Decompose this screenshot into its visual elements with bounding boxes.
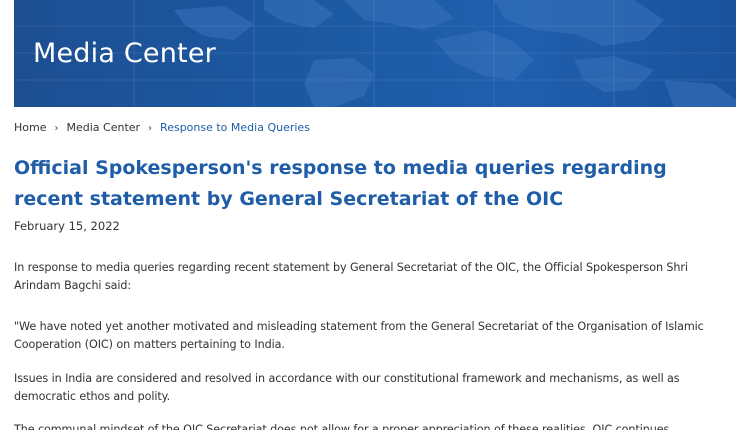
- breadcrumb: Home › Media Center › Response to Media Quer…: [14, 120, 310, 137]
- breadcrumb-separator-icon: ›: [148, 123, 153, 134]
- article-paragraph: "We have noted yet another motivated and…: [14, 320, 704, 351]
- article-paragraph: Issues in India are considered and resol…: [14, 372, 680, 403]
- banner-title: Media Center: [33, 38, 216, 69]
- article-title: Official Spokesperson's response to medi…: [14, 157, 667, 210]
- breadcrumb-home-link[interactable]: Home: [14, 121, 46, 134]
- breadcrumb-media-center-link[interactable]: Media Center: [66, 121, 140, 134]
- media-center-banner: Media Center: [14, 0, 736, 107]
- article-paragraph: In response to media queries regarding r…: [14, 261, 688, 292]
- breadcrumb-separator-icon: ›: [54, 123, 59, 134]
- article-date: February 15, 2022: [14, 219, 120, 233]
- breadcrumb-current-page[interactable]: Response to Media Queries: [160, 121, 310, 134]
- page: Media Center Home › Media Center › Response …: [0, 0, 750, 430]
- article-paragraph: The communal mindset of the OIC Secretar…: [14, 423, 670, 430]
